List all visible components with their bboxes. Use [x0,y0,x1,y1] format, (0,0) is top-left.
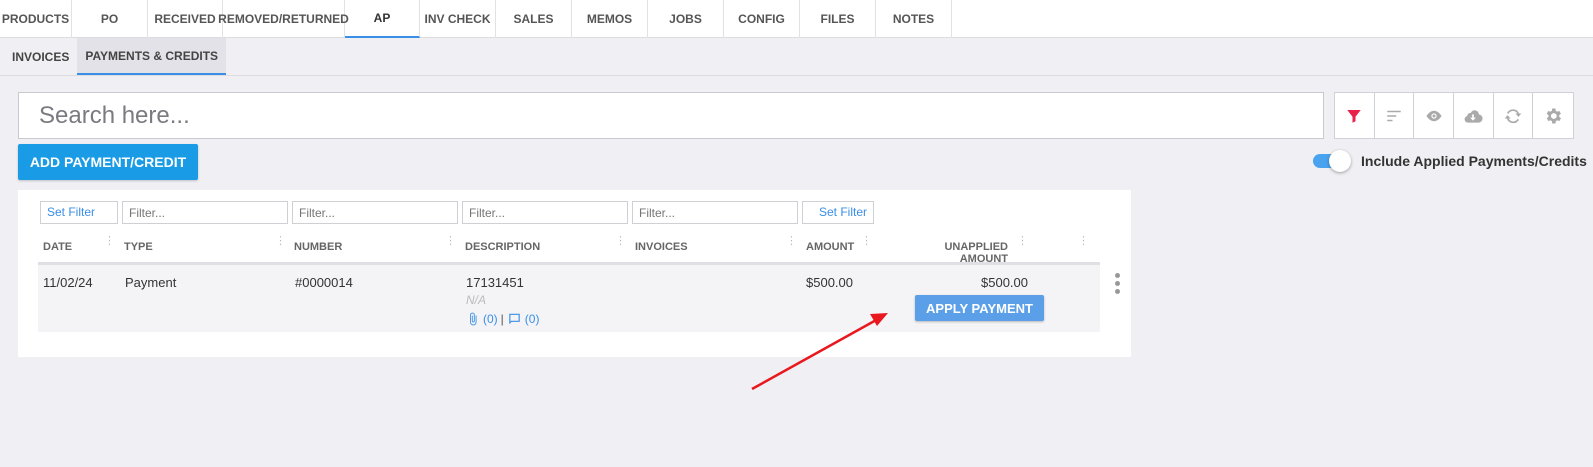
row-unapplied-amount: $500.00 [981,275,1028,290]
filter-button[interactable] [1335,93,1375,138]
subtab-payments-credits[interactable]: PAYMENTS & CREDITS [77,38,227,75]
sort-button[interactable] [1375,93,1415,138]
tab-sales[interactable]: SALES [496,0,572,38]
refresh-icon [1504,108,1522,123]
sub-nav-tabs: INVOICES PAYMENTS & CREDITS [0,38,1593,76]
refresh-button[interactable] [1494,93,1534,138]
col-menu-icon[interactable]: ⋮ [445,236,456,247]
gear-icon [1546,108,1562,123]
paperclip-icon [470,312,477,326]
tab-config[interactable]: CONFIG [724,0,800,38]
search-box [18,92,1324,139]
row-amount: $500.00 [806,275,853,290]
amount-set-filter[interactable]: Set Filter [802,201,874,224]
attachment-link[interactable]: (0) [466,312,498,326]
date-set-filter[interactable]: Set Filter [40,201,118,224]
tab-ap[interactable]: AP [345,0,420,38]
row-date: 11/02/24 [43,275,93,290]
col-header-invoices[interactable]: INVOICES [635,241,688,253]
grid-toolbar [1334,92,1574,139]
comment-icon [509,313,520,325]
number-filter-input[interactable] [292,201,458,224]
tab-jobs[interactable]: JOBS [648,0,724,38]
col-menu-icon[interactable]: ⋮ [615,236,626,247]
eye-icon [1426,110,1442,121]
col-header-date[interactable]: DATE [43,241,72,253]
view-button[interactable] [1414,93,1455,138]
include-applied-label: Include Applied Payments/Credits [1361,153,1587,169]
counts-separator: | [500,312,504,326]
col-header-amount[interactable]: AMOUNT [806,241,854,253]
col-menu-icon[interactable]: ⋮ [275,236,286,247]
row-description: 17131451 [466,275,524,290]
apply-payment-button[interactable]: APPLY PAYMENT [915,295,1044,321]
tab-memos[interactable]: MEMOS [572,0,648,38]
table-row[interactable]: 11/02/24 Payment #0000014 17131451 N/A (… [38,265,1120,332]
row-number: #0000014 [295,275,353,290]
filter-icon [1347,109,1362,123]
add-payment-credit-button[interactable]: ADD PAYMENT/CREDIT [18,144,198,180]
tab-inv-check[interactable]: INV CHECK [420,0,496,38]
row-type: Payment [125,275,177,290]
tab-files[interactable]: FILES [800,0,876,38]
sort-icon [1387,110,1401,121]
include-applied-toggle[interactable] [1313,150,1351,172]
tab-po[interactable]: PO [72,0,148,38]
col-header-description[interactable]: DESCRIPTION [465,241,540,253]
settings-button[interactable] [1533,93,1573,138]
comment-count: (0) [524,312,540,326]
col-menu-icon[interactable]: ⋮ [104,236,115,247]
tab-removed-returned[interactable]: REMOVED/RETURNED [218,0,349,38]
description-filter-input[interactable] [462,201,628,224]
tab-received[interactable]: RECEIVED [148,0,223,38]
row-actions-menu-icon[interactable] [1115,273,1121,297]
col-menu-icon[interactable]: ⋮ [1078,236,1089,247]
download-button[interactable] [1454,93,1494,138]
col-menu-icon[interactable]: ⋮ [1017,236,1028,247]
row-description-sub: N/A [466,293,487,307]
tab-notes[interactable]: NOTES [876,0,952,38]
col-header-number[interactable]: NUMBER [294,241,342,253]
row-attachments-comments: (0) | (0) [466,312,539,326]
top-nav-tabs: PRODUCTS PO RECEIVED REMOVED/RETURNED AP… [0,0,1593,38]
col-menu-icon[interactable]: ⋮ [786,236,797,247]
search-input[interactable] [39,101,1323,130]
col-menu-icon[interactable]: ⋮ [861,236,872,247]
include-applied-toggle-group: Include Applied Payments/Credits [1313,150,1587,172]
comment-link[interactable]: (0) [507,312,540,326]
toggle-knob [1329,150,1351,172]
tab-products[interactable]: PRODUCTS [0,0,72,38]
type-filter-input[interactable] [122,201,288,224]
attachment-count: (0) [483,312,498,326]
subtab-invoices[interactable]: INVOICES [4,38,77,75]
invoices-filter-input[interactable] [632,201,798,224]
col-header-type[interactable]: TYPE [124,241,153,253]
payments-grid: Set Filter Set Filter DATE ⋮ TYPE ⋮ NUMB… [18,190,1131,357]
cloud-download-icon [1464,109,1483,123]
